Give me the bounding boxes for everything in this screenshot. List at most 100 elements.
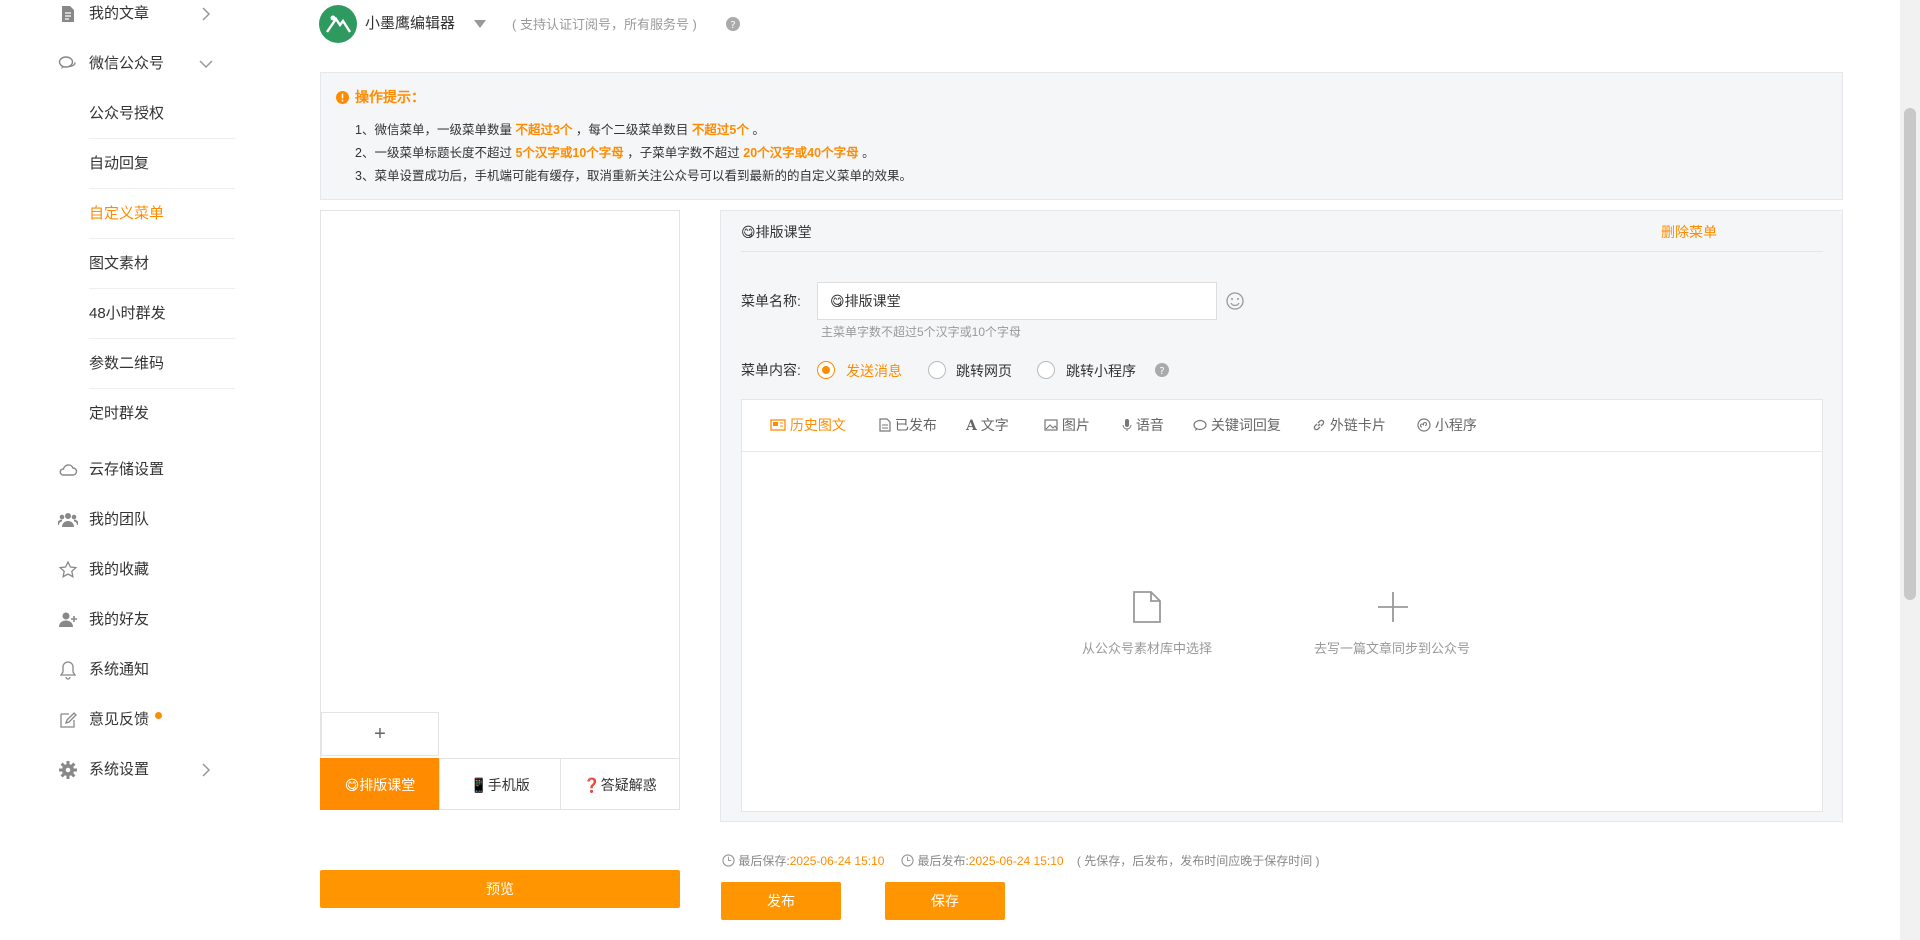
tab-text[interactable]: A 文字 [966,400,1009,450]
tab-image[interactable]: 图片 [1044,400,1090,450]
clock-icon [722,854,735,867]
sidebar: 我的文章 微信公众号 公众号授权 自动回复 自定义菜单 图文素材 48小时群发 … [0,0,280,940]
radio-label-send-message[interactable]: 发送消息 [846,361,902,381]
emoji-icon[interactable] [1225,291,1245,311]
tips-line-3: 3、菜单设置成功后，手机端可能有缓存，取消重新关注公众号可以看到最新的的自定义菜… [355,169,912,183]
last-publish-label: 最后发布: [917,854,969,868]
plus-icon [1378,592,1408,622]
sidebar-item-team[interactable]: 我的团队 [0,495,235,545]
team-icon [58,513,78,527]
sidebar-item-cloud-storage[interactable]: 云存储设置 [0,445,235,495]
sidebar-item-my-articles[interactable]: 我的文章 [0,0,235,39]
last-save-label: 最后保存: [738,854,790,868]
tips-line-1: 1、微信菜单，一级菜单数量 不超过3个 ，每个二级菜单数目 不超过5个 。 [355,123,765,137]
tab-published[interactable]: 已发布 [879,400,937,450]
phone-menu-bar: 😋排版课堂 📱手机版 ❓答疑解惑 [320,758,680,810]
sidebar-subitem-48h-broadcast[interactable]: 48小时群发 [89,289,235,339]
sidebar-subitem-auto-reply[interactable]: 自动回复 [89,139,235,189]
sidebar-subitem-qrcode[interactable]: 参数二维码 [89,339,235,389]
editor-header-title: 😋排版课堂 [741,224,812,240]
sidebar-item-favorites[interactable]: 我的收藏 [0,545,235,595]
info-icon [336,91,349,104]
help-icon[interactable]: ? [1155,363,1169,377]
sidebar-item-wechat[interactable]: 微信公众号 [0,39,235,89]
chevron-right-icon [202,763,211,777]
comment-icon [1193,419,1207,431]
sidebar-item-label: 微信公众号 [89,55,165,72]
menu-editor-panel: 😋排版课堂 删除菜单 菜单名称: 😋排版课堂 主菜单字数不超过5个汉字或10个字… [720,210,1843,822]
last-publish-time: 2025-06-24 15:10 [968,854,1064,868]
edit-icon [60,712,77,728]
menu-content-label: 菜单内容: [741,362,801,378]
radio-label-jump-webpage[interactable]: 跳转网页 [956,361,1012,381]
menu-item-paiban[interactable]: 😋排版课堂 [320,758,440,810]
microphone-icon [1122,419,1132,431]
sidebar-item-notifications[interactable]: 系统通知 [0,645,235,695]
help-icon[interactable]: ? [726,17,740,31]
caret-down-icon[interactable] [473,19,487,29]
tab-link-card[interactable]: 外链卡片 [1312,400,1386,450]
sidebar-item-label: 云存储设置 [89,461,165,478]
sidebar-subitem-authorize[interactable]: 公众号授权 [89,89,235,139]
tips-line-2: 2、一级菜单标题长度不超过 5个汉字或10个字母 ，子菜单字数不超过 20个汉字… [355,146,875,160]
sidebar-item-label: 我的好友 [89,611,150,628]
message-content-box: 历史图文 已发布 A 文字 图片 语音 关键词回复 外链卡片 小程序 从公众号素… [741,399,1823,812]
tab-mini-program[interactable]: 小程序 [1417,400,1477,450]
add-submenu-button[interactable]: + [321,712,439,756]
account-name[interactable]: 小墨鹰编辑器 [365,12,455,33]
sidebar-item-label: 我的文章 [89,5,150,22]
tips-title: 操作提示： [355,89,425,105]
menu-name-hint: 主菜单字数不超过5个汉字或10个字母 [821,325,1022,339]
sidebar-subitem-materials[interactable]: 图文素材 [89,239,235,289]
menu-item-mobile[interactable]: 📱手机版 [439,758,561,810]
add-user-icon [59,612,77,627]
radio-label-jump-miniprogram[interactable]: 跳转小程序 [1066,361,1136,381]
tab-voice[interactable]: 语音 [1122,400,1164,450]
publish-button[interactable]: 发布 [721,882,841,920]
save-publish-note: ( 先保存，后发布，发布时间应晚于保存时间 ) [1076,854,1320,868]
sidebar-subitem-scheduled[interactable]: 定时群发 [89,389,235,439]
delete-menu-button[interactable]: 删除菜单 [1661,222,1717,242]
gear-icon [59,761,77,779]
operation-tips: 操作提示： 1、微信菜单，一级菜单数量 不超过3个 ，每个二级菜单数目 不超过5… [320,72,1843,200]
svg-text:?: ? [1159,366,1164,377]
sidebar-item-label: 系统设置 [89,761,150,778]
tab-history-articles[interactable]: 历史图文 [770,400,846,450]
clock-icon [901,854,914,867]
tab-keyword-reply[interactable]: 关键词回复 [1193,400,1281,450]
sidebar-item-label: 我的收藏 [89,561,150,578]
choose-material-label: 从公众号素材库中选择 [1081,641,1212,656]
radio-jump-miniprogram[interactable] [1037,361,1055,379]
menu-name-input[interactable]: 😋排版课堂 [817,282,1217,320]
chat-bubbles-icon [58,56,76,69]
write-article-label: 去写一篇文章同步到公众号 [1313,641,1470,656]
account-avatar[interactable] [319,5,357,43]
account-support-hint: ( 支持认证订阅号，所有服务号 ) [512,17,697,32]
preview-button[interactable]: 预览 [320,870,680,908]
picture-icon [1044,419,1058,431]
mini-program-icon [1417,418,1431,432]
file-icon [1133,591,1161,623]
choose-from-material-library[interactable]: 从公众号素材库中选择 [1072,590,1222,660]
save-publish-status: 最后保存:2025-06-24 15:10 最后发布:2025-06-24 15… [722,852,1320,869]
chevron-down-icon [199,60,213,69]
radio-jump-webpage[interactable] [928,361,946,379]
divider [741,251,1823,252]
image-text-icon [770,419,786,431]
font-icon: A [966,418,977,434]
notification-dot [155,712,162,719]
sidebar-item-feedback[interactable]: 意见反馈 [0,695,235,745]
sidebar-item-settings[interactable]: 系统设置 [0,745,235,795]
save-button[interactable]: 保存 [885,882,1005,920]
menu-name-label: 菜单名称: [741,293,801,309]
file-icon [879,418,891,432]
link-icon [1313,419,1325,431]
sidebar-item-friends[interactable]: 我的好友 [0,595,235,645]
radio-send-message[interactable] [817,361,835,379]
menu-item-faq[interactable]: ❓答疑解惑 [560,758,680,810]
sidebar-subitem-custom-menu[interactable]: 自定义菜单 [89,189,235,239]
last-save-time: 2025-06-24 15:10 [789,854,885,868]
sidebar-item-label: 意见反馈 [89,711,150,728]
page-scrollbar-thumb[interactable] [1904,108,1916,600]
write-new-article[interactable]: 去写一篇文章同步到公众号 [1302,590,1482,660]
